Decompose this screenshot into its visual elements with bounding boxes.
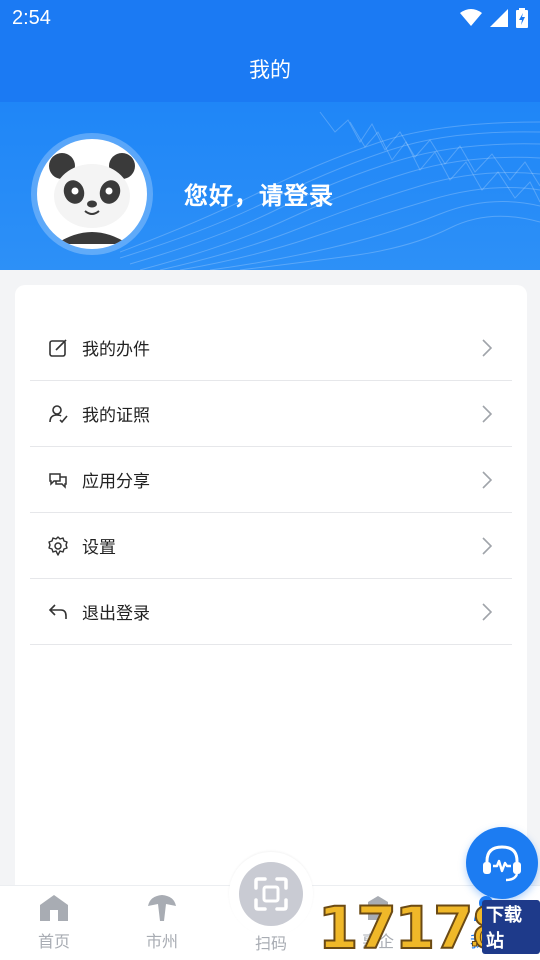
menu-item-my-licenses[interactable]: 我的证照	[30, 381, 512, 447]
tab-label: 首页	[37, 932, 70, 951]
menu-item-settings[interactable]: 设置	[30, 513, 512, 579]
tab-city[interactable]: 市州	[108, 886, 216, 960]
menu-item-logout[interactable]: 退出登录	[30, 579, 512, 645]
menu-item-label: 设置	[82, 538, 116, 558]
scan-button-circle	[239, 862, 303, 926]
enterprise-icon	[362, 892, 394, 924]
profile-header: 您好，请登录	[0, 102, 540, 270]
home-icon	[38, 892, 70, 924]
city-icon	[146, 892, 178, 924]
status-bar: 2:54	[0, 0, 540, 36]
menu-item-label: 我的办件	[82, 340, 150, 360]
edit-icon	[46, 336, 70, 360]
tab-scan-label[interactable]: 扫码	[229, 930, 313, 954]
avatar[interactable]	[37, 139, 147, 249]
wifi-icon	[460, 9, 482, 26]
tab-label: 市州	[145, 932, 178, 951]
chevron-right-icon	[482, 404, 492, 423]
status-icons	[460, 8, 528, 28]
battery-charging-icon	[516, 8, 528, 28]
scan-button[interactable]	[229, 852, 313, 936]
page-title: 我的	[249, 58, 291, 82]
chat-bubbles-icon	[46, 468, 70, 492]
tab-enterprise[interactable]: 惠企	[324, 886, 432, 960]
chevron-right-icon	[482, 536, 492, 555]
menu-item-label: 退出登录	[82, 604, 150, 624]
menu-item-label: 应用分享	[82, 472, 150, 492]
menu-card: 我的办件 我的证照 应用分享 设置 退出登录	[15, 285, 527, 905]
tab-mine[interactable]: 我的	[432, 886, 540, 960]
gear-icon	[46, 534, 70, 558]
menu-list: 我的办件 我的证照 应用分享 设置 退出登录	[30, 315, 512, 645]
chevron-right-icon	[482, 602, 492, 621]
scan-icon	[254, 877, 288, 911]
menu-item-my-applications[interactable]: 我的办件	[30, 315, 512, 381]
status-time: 2:54	[12, 6, 51, 29]
menu-item-share-app[interactable]: 应用分享	[30, 447, 512, 513]
headset-icon	[483, 845, 521, 882]
tab-home[interactable]: 首页	[0, 886, 108, 960]
tab-label: 我的	[469, 932, 502, 951]
signal-icon	[490, 9, 508, 27]
reply-arrow-icon	[46, 600, 70, 624]
login-prompt[interactable]: 您好，请登录	[184, 176, 334, 211]
menu-item-label: 我的证照	[82, 406, 150, 426]
nav-bar: 我的	[0, 36, 540, 102]
customer-service-button[interactable]	[466, 827, 538, 899]
tab-label: 惠企	[361, 932, 394, 951]
user-check-icon	[46, 402, 70, 426]
chevron-right-icon	[482, 338, 492, 357]
panda-avatar-icon	[49, 153, 135, 244]
chevron-right-icon	[482, 470, 492, 489]
avatar-ring[interactable]	[31, 133, 153, 255]
